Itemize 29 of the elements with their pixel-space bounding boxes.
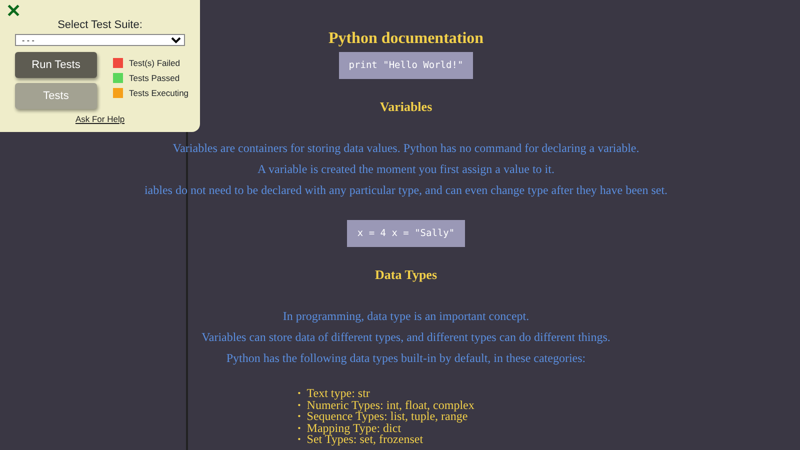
list-item: Text type: str [306, 388, 370, 400]
paragraph: Variables can store data of different types, and different types can do different things. [202, 330, 610, 345]
close-button[interactable]: ✕ [6, 2, 21, 20]
paragraph: Variables are containers for storing data values. Python has no command for declaring a variable. [172, 141, 640, 156]
paragraph: Python has the following data types built-in by default, in these categories: [226, 351, 586, 366]
list-item: Numeric Types: int, float, complex [306, 400, 474, 411]
bullet: • [298, 388, 301, 400]
legend-label: Tests Passed [129, 72, 180, 85]
list-item: Set Types: set, frozenset [306, 434, 424, 446]
suite-dropdown[interactable]: - - - [15, 34, 185, 46]
list-item: Sequence Types: list, tuple, range [306, 411, 468, 422]
bullet: • [298, 422, 301, 434]
suite-label: Select Test Suite: [56, 18, 144, 33]
page-title: Python documentation [328, 29, 484, 48]
paragraph: In programming, data type is an important concept. [282, 309, 530, 324]
code-block: x = 4 x = "Sally" [347, 220, 465, 247]
run-tests-button[interactable]: Run Tests [15, 52, 97, 78]
list-item: Mapping Type: dict [306, 422, 402, 434]
section-heading: Variables [380, 99, 432, 115]
bullet: • [298, 400, 301, 411]
section-heading: Data Types [375, 267, 437, 283]
code-block: print "Hello World!" [338, 52, 474, 79]
help-link[interactable]: Ask For Help [75, 114, 125, 124]
paragraph: A variable is created the moment you first assign a value to it. [258, 162, 554, 177]
legend-label: Tests Executing [129, 87, 189, 100]
bullet: • [298, 434, 301, 446]
bullet: • [298, 411, 301, 422]
paragraph: iables do not need to be declared with any particular type, and can even change type after they have been set. [144, 183, 668, 198]
legend-label: Test(s) Failed [129, 57, 180, 70]
